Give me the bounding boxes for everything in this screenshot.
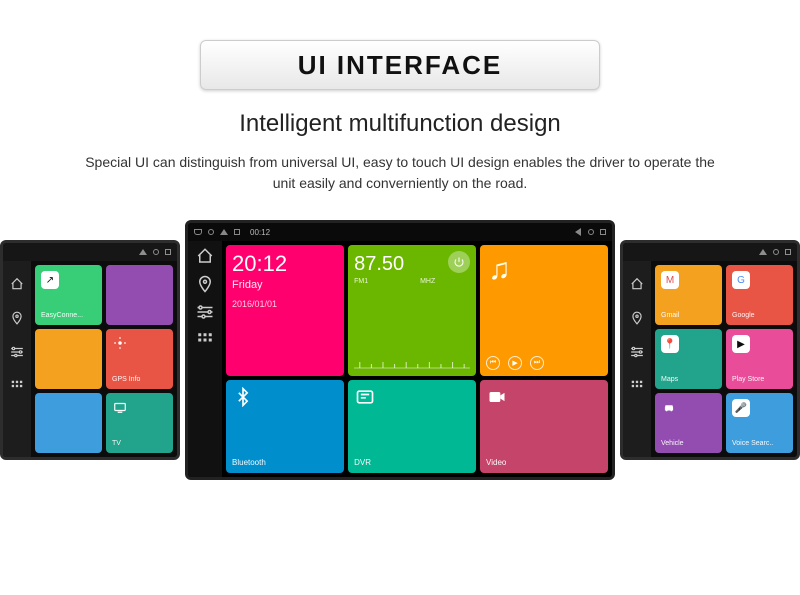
header-title: UI INTERFACE [298,50,503,81]
tile-dvr[interactable]: DVR [348,380,476,473]
vehicle-icon [661,399,677,415]
pin-icon[interactable] [196,275,214,293]
back-icon[interactable] [575,228,581,236]
radio-power-icon[interactable] [448,251,470,273]
status-bar [623,243,797,261]
tile[interactable] [106,265,173,325]
tile-gpsinfo[interactable]: GPS Info [106,329,173,389]
bluetooth-icon [232,386,254,408]
maps-icon: 📍 [661,335,679,353]
screens-row: ↗EasyConne... GPS Info TV 00:12 [0,220,800,520]
tile-easyconnect[interactable]: ↗EasyConne... [35,265,102,325]
tile-gmail[interactable]: MGmail [655,265,722,325]
home-icon[interactable] [196,247,214,265]
tile-playstore[interactable]: ▶Play Store [726,329,793,389]
dvr-icon [354,386,376,408]
pin-icon[interactable] [630,311,644,325]
tile-bluetooth[interactable]: Bluetooth [226,380,344,473]
mic-icon: 🎤 [732,399,750,417]
radio-band: FM1 [354,278,368,285]
tile-clock[interactable]: 20:12 Friday 2016/01/01 [226,245,344,376]
radio-unit: MHZ [420,278,435,285]
sidebar [3,261,31,457]
sidebar [623,261,651,457]
easyconnect-icon: ↗ [41,271,59,289]
video-icon [486,386,508,408]
recents-icon[interactable] [600,229,606,235]
grid-icon[interactable] [10,379,24,393]
sliders-icon[interactable] [630,345,644,359]
tile-radio[interactable]: 87.50 FM1MHZ [348,245,476,376]
clock-day: Friday [232,279,263,291]
status-icon [153,249,159,255]
home-icon[interactable] [10,277,24,291]
status-icon [234,229,240,235]
sidebar [188,241,222,477]
status-bar: 00:12 [188,223,612,241]
clock-date: 2016/01/01 [232,299,277,309]
next-button[interactable]: ⏭ [530,356,544,370]
grid-icon[interactable] [196,331,214,349]
screen-center: 00:12 20:12 Friday 2016/01/01 [185,220,615,480]
google-icon: G [732,271,750,289]
subtitle: Intelligent multifunction design [0,110,800,138]
status-icon [165,249,171,255]
nav-home-icon[interactable] [588,229,594,235]
tile-video[interactable]: Video [480,380,608,473]
prev-button[interactable]: ⏮ [486,356,500,370]
tile-maps[interactable]: 📍Maps [655,329,722,389]
screen-left: ↗EasyConne... GPS Info TV [0,240,180,460]
tile[interactable] [35,329,102,389]
sliders-icon[interactable] [10,345,24,359]
tv-icon [112,399,128,415]
home-indicator-icon[interactable] [194,229,202,235]
tile-voicesearch[interactable]: 🎤Voice Searc.. [726,393,793,453]
status-icon [139,249,147,255]
clock-time: 20:12 [232,251,287,277]
home-icon[interactable] [630,277,644,291]
pin-icon[interactable] [10,311,24,325]
tile[interactable] [35,393,102,453]
status-icon [220,229,228,235]
status-icon [773,249,779,255]
tile-google[interactable]: GGoogle [726,265,793,325]
status-bar [3,243,177,261]
music-note-icon: ♫ [488,255,602,285]
gps-icon [112,335,128,351]
tile-vehicle[interactable]: Vehicle [655,393,722,453]
screen-right: MGmail GGoogle 📍Maps ▶Play Store Vehicle… [620,240,800,460]
tile-tv[interactable]: TV [106,393,173,453]
playstore-icon: ▶ [732,335,750,353]
sliders-icon[interactable] [196,303,214,321]
status-icon [208,229,214,235]
play-button[interactable]: ▶ [508,356,522,370]
grid-icon[interactable] [630,379,644,393]
gmail-icon: M [661,271,679,289]
status-icon [759,249,767,255]
status-clock: 00:12 [250,228,270,237]
header-badge: UI INTERFACE [200,40,600,90]
status-icon [785,249,791,255]
radio-freq-bar[interactable] [354,358,470,370]
description: Special UI can distinguish from universa… [80,152,720,194]
tile-music[interactable]: ♫ ⏮ ▶ ⏭ [480,245,608,376]
